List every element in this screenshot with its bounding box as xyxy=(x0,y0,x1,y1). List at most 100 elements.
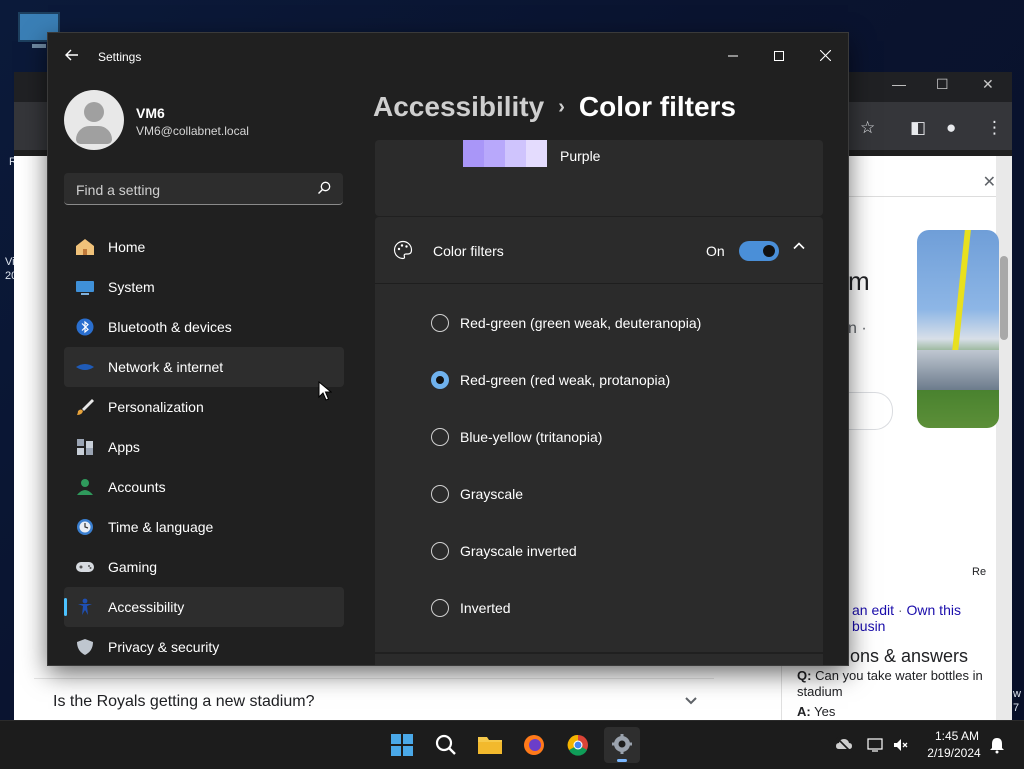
next-setting-card[interactable] xyxy=(375,654,823,665)
corner-label: Re xyxy=(972,566,987,578)
profile-icon[interactable]: ● xyxy=(946,118,956,138)
breadcrumb-separator: › xyxy=(558,96,565,118)
browser-maximize-button[interactable]: ☐ xyxy=(936,76,949,93)
radio-button[interactable] xyxy=(431,485,449,503)
search-box[interactable] xyxy=(64,173,343,205)
stadium-photo[interactable] xyxy=(917,230,999,428)
close-icon[interactable]: ✕ xyxy=(983,172,996,192)
system-icon xyxy=(76,281,94,295)
option-label: Inverted xyxy=(460,600,511,616)
cloud-offline-icon[interactable] xyxy=(835,736,853,754)
radio-button[interactable] xyxy=(431,314,449,332)
qa-q-text[interactable]: Can you take water bottles in xyxy=(815,668,983,683)
filter-option-deuteranopia[interactable]: Red-green (green weak, deuteranopia) xyxy=(431,312,811,336)
chevron-up-icon[interactable] xyxy=(792,239,806,253)
settings-taskbar-button[interactable] xyxy=(604,727,640,763)
side-panel-icon[interactable]: ◧ xyxy=(910,118,926,138)
avatar[interactable] xyxy=(64,90,124,150)
faq-question[interactable]: Is the Royals getting a new stadium? xyxy=(53,693,314,711)
radio-button[interactable] xyxy=(431,599,449,617)
sidebar-item-system[interactable]: System xyxy=(64,267,344,307)
sidebar-item-home[interactable]: Home xyxy=(64,227,344,267)
clock-time[interactable]: 1:45 AM xyxy=(930,729,984,743)
chrome-icon xyxy=(567,734,588,756)
color-filter-options: Red-green (green weak, deuteranopia) Red… xyxy=(375,284,823,652)
filter-option-protanopia[interactable]: Red-green (red weak, protanopia) xyxy=(431,369,811,393)
desktop-edge-text: w xyxy=(1013,688,1021,700)
swatch-segment xyxy=(463,140,484,167)
sidebar-item-label: Accessibility xyxy=(108,599,185,615)
qa-heading: ons & answers xyxy=(850,646,969,666)
palette-icon xyxy=(393,240,413,260)
start-button[interactable] xyxy=(384,727,420,763)
sidebar-item-privacy[interactable]: Privacy & security xyxy=(64,627,344,665)
title-bar: Settings xyxy=(48,33,848,81)
file-explorer-button[interactable] xyxy=(472,727,508,763)
sidebar-item-bluetooth[interactable]: Bluetooth & devices xyxy=(64,307,344,347)
sidebar-item-label: Network & internet xyxy=(108,359,224,375)
color-swatch xyxy=(463,140,547,167)
browser-scrollbar-thumb[interactable] xyxy=(1000,256,1008,340)
sidebar-item-label: Home xyxy=(108,239,146,255)
sidebar-item-accounts[interactable]: Accounts xyxy=(64,467,344,507)
browser-search-strip: ✕ xyxy=(848,168,996,197)
radio-button[interactable] xyxy=(431,428,449,446)
faq-item[interactable]: Is the Royals getting a new stadium? xyxy=(34,678,714,719)
radio-button-selected[interactable] xyxy=(431,371,449,389)
back-arrow-icon xyxy=(65,49,78,61)
sidebar-item-apps[interactable]: Apps xyxy=(64,427,344,467)
minimize-button[interactable] xyxy=(710,41,756,71)
network-monitor-icon[interactable] xyxy=(867,736,885,754)
clock-icon xyxy=(77,519,93,535)
browser-menu-icon[interactable]: ⋮ xyxy=(986,118,1003,138)
chevron-down-icon[interactable] xyxy=(684,693,698,711)
radio-button[interactable] xyxy=(431,542,449,560)
partial-subheading: n · xyxy=(848,320,867,337)
search-input[interactable] xyxy=(74,179,308,201)
sidebar-item-personalization[interactable]: Personalization xyxy=(64,387,344,427)
sidebar-item-time-language[interactable]: Time & language xyxy=(64,507,344,547)
volume-muted-icon[interactable] xyxy=(892,736,910,754)
color-filters-header[interactable]: Color filters On xyxy=(375,217,823,284)
network-icon xyxy=(76,364,94,370)
sidebar-item-accessibility[interactable]: Accessibility xyxy=(64,587,344,627)
swatch-label: Purple xyxy=(560,148,601,164)
color-filters-title: Color filters xyxy=(433,243,504,259)
sidebar-item-gaming[interactable]: Gaming xyxy=(64,547,344,587)
bookmark-star-icon[interactable]: ☆ xyxy=(860,118,875,138)
taskbar-search-button[interactable] xyxy=(428,727,464,763)
qa-a-label: A: xyxy=(797,704,811,719)
close-button[interactable] xyxy=(802,41,848,71)
clock-date[interactable]: 2/19/2024 xyxy=(922,746,986,760)
shield-icon xyxy=(77,639,93,655)
partial-heading: m xyxy=(848,266,870,296)
browser-minimize-button[interactable]: — xyxy=(892,76,906,92)
accounts-icon xyxy=(77,479,93,495)
filter-option-inverted[interactable]: Inverted xyxy=(431,597,811,621)
sidebar-item-network[interactable]: Network & internet xyxy=(64,347,344,387)
notification-bell-icon[interactable] xyxy=(988,736,1006,754)
maximize-button[interactable] xyxy=(756,41,802,71)
filter-option-tritanopia[interactable]: Blue-yellow (tritanopia) xyxy=(431,426,811,450)
window-title: Settings xyxy=(98,50,142,64)
firefox-button[interactable] xyxy=(516,727,552,763)
suggest-edit-link[interactable]: an edit xyxy=(852,602,894,618)
gear-icon xyxy=(612,734,632,754)
browser-close-button[interactable]: ✕ xyxy=(982,76,994,93)
color-filters-toggle[interactable] xyxy=(739,241,779,261)
sidebar-item-label: Personalization xyxy=(108,399,204,415)
chrome-button[interactable] xyxy=(560,727,596,763)
accessibility-icon xyxy=(78,598,92,615)
settings-window: Settings VM6 VM6@collabnet.local Home xyxy=(48,33,848,665)
toggle-knob xyxy=(763,245,775,257)
option-label: Grayscale xyxy=(460,486,524,502)
back-button[interactable] xyxy=(64,47,82,65)
breadcrumb: Accessibility › Color filters xyxy=(373,91,736,123)
apps-icon xyxy=(77,439,93,455)
filter-option-grayscale[interactable]: Grayscale xyxy=(431,483,811,507)
breadcrumb-parent[interactable]: Accessibility xyxy=(373,91,544,122)
qa-question: Q: Can you take water bottles in stadium xyxy=(797,668,983,700)
filter-option-grayscale-inverted[interactable]: Grayscale inverted xyxy=(431,540,811,564)
search-icon[interactable] xyxy=(317,181,331,195)
option-label: Red-green (green weak, deuteranopia) xyxy=(460,315,702,331)
